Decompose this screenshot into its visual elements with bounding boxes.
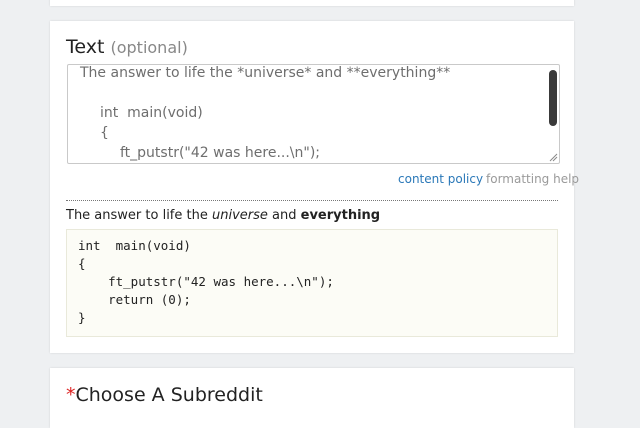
textarea-line: int main(void) [100, 105, 203, 121]
content-policy-link[interactable]: content policy [398, 172, 483, 186]
preview-divider [66, 200, 558, 201]
preview-text-em: universe [211, 208, 268, 223]
formatting-help-link[interactable]: formatting help [486, 172, 579, 186]
choose-subreddit-label: Choose A Subreddit [75, 384, 263, 406]
code-line: ft_putstr("42 was here...\n"); [78, 274, 334, 289]
textarea-line: { [100, 125, 109, 141]
code-line: { [78, 256, 86, 271]
previous-card [50, 0, 574, 6]
preview-text-mid: and [267, 208, 301, 223]
text-input[interactable]: The answer to life the *universe* and **… [67, 64, 560, 164]
code-line: return (0); [78, 292, 191, 307]
textarea-line: The answer to life the *universe* and **… [80, 65, 451, 81]
preview-text-pre: The answer to life the [66, 208, 212, 223]
text-section-card: Text (optional) The answer to life the *… [50, 21, 579, 353]
text-field-title: Text (optional) [66, 36, 188, 58]
preview-text-bold: everything [300, 208, 381, 223]
spellcheck-underline: putstr [140, 145, 209, 163]
code-line: int main(void) [78, 238, 191, 253]
required-mark: * [66, 384, 76, 406]
optional-label: (optional) [110, 38, 188, 57]
choose-subreddit-heading: *Choose A Subreddit [66, 384, 263, 406]
resize-grip-icon[interactable] [549, 153, 558, 162]
text-title-label: Text [66, 36, 105, 58]
preview-code-block: int main(void) { ft_putstr("42 was here.… [66, 229, 558, 337]
scrollbar-thumb[interactable] [549, 70, 557, 126]
preview-text: The answer to life the universe and ever… [66, 208, 380, 223]
subreddit-section-card: *Choose A Subreddit [50, 368, 574, 428]
code-line: } [78, 310, 86, 325]
